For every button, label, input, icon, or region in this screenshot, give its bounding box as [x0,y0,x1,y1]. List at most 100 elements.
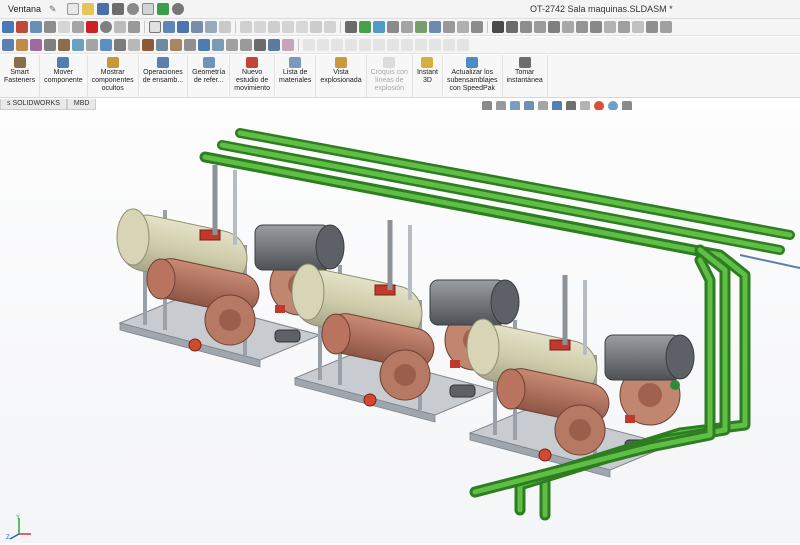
mirror-icon[interactable] [44,39,56,51]
smart-dimension-icon[interactable] [16,21,28,33]
tab-mbd[interactable]: MBD [66,99,97,110]
assembly-icon[interactable] [170,39,182,51]
target-icon[interactable] [100,21,112,33]
select-arrow-icon[interactable] [141,3,154,15]
rebuild-icon[interactable] [156,3,169,15]
assembly-features-button[interactable]: Operaciones de ensamb... [139,55,189,97]
exploded-view-button[interactable]: Vista explosionada [316,55,367,97]
motion-study-icon [246,57,259,68]
table-icon[interactable] [114,21,126,33]
tool-icon[interactable] [646,21,658,33]
view-orientation-icon[interactable] [163,21,175,33]
revolve-icon[interactable] [44,21,56,33]
routing-icon[interactable] [429,21,441,33]
spell-check-icon[interactable] [345,21,357,33]
assembly-icon[interactable] [282,39,294,51]
print-icon[interactable] [111,3,124,15]
extrude-icon[interactable] [30,21,42,33]
feature-icon[interactable] [324,21,336,33]
display-style-icon[interactable] [205,21,217,33]
routing-icon[interactable] [373,21,385,33]
assembly-model[interactable] [0,110,800,543]
clearance-icon[interactable] [100,39,112,51]
open-folder-icon[interactable] [81,3,94,15]
hole-alignment-icon[interactable] [114,39,126,51]
feature-icon[interactable] [282,21,294,33]
hide-show-icon[interactable] [219,21,231,33]
disabled-tool-icon [373,39,385,51]
zoom-fit-icon[interactable] [177,21,189,33]
routing-icon[interactable] [415,21,427,33]
interference-icon[interactable] [86,39,98,51]
new-document-icon[interactable] [66,3,79,15]
tool-icon[interactable] [604,21,616,33]
speedpak-button[interactable]: Actualizar los subensamblajes con SpeedP… [443,55,503,97]
bom-icon[interactable] [128,39,140,51]
insert-component-icon[interactable] [16,39,28,51]
smart-fasteners-button[interactable]: Smart Fasteners [0,55,41,97]
menu-ventana[interactable]: Ventana [0,4,49,14]
assembly-icon[interactable] [212,39,224,51]
show-hidden-components-button[interactable]: Mostrar componentes ocultos [88,55,139,97]
tool-icon[interactable] [632,21,644,33]
rotate-icon[interactable] [72,21,84,33]
assembly-icon[interactable] [184,39,196,51]
feature-icon[interactable] [240,21,252,33]
blue-pipe[interactable] [739,254,800,269]
assembly-icon[interactable] [156,39,168,51]
select-icon[interactable] [149,21,161,33]
explode-icon[interactable] [142,39,154,51]
smart-fasteners-icon[interactable] [58,39,70,51]
undo-icon[interactable] [126,3,139,15]
routing-icon[interactable] [471,21,483,33]
tool-icon[interactable] [534,21,546,33]
routing-icon[interactable] [387,21,399,33]
new-motion-study-button[interactable]: Nuevo estudio de movimiento [230,55,276,97]
feature-icon[interactable] [296,21,308,33]
sum-icon[interactable] [492,21,504,33]
assembly-features-icon [156,57,169,68]
feature-icon[interactable] [268,21,280,33]
tool-icon[interactable] [590,21,602,33]
bill-of-materials-button[interactable]: Lista de materiales [275,55,317,97]
routing-icon[interactable] [401,21,413,33]
assembly-icon[interactable] [268,39,280,51]
pattern-icon[interactable] [30,39,42,51]
graphics-area[interactable] [0,110,800,543]
routing-icon[interactable] [359,21,371,33]
assembly-icon[interactable] [226,39,238,51]
tool-icon[interactable] [548,21,560,33]
section-view-icon[interactable] [191,21,203,33]
save-icon[interactable] [96,3,109,15]
routing-icon[interactable] [457,21,469,33]
mate-icon[interactable] [2,39,14,51]
reference-geometry-button[interactable]: Geometría de refer... [188,55,231,97]
move-icon[interactable] [72,39,84,51]
close-icon[interactable] [58,21,70,33]
speedpak-icon [466,57,479,68]
feature-icon[interactable] [310,21,322,33]
traffic-light-icon[interactable] [86,21,98,33]
assembly-icon[interactable] [254,39,266,51]
assembly-icon[interactable] [240,39,252,51]
routing-icon[interactable] [443,21,455,33]
title-bar: Ventana ✎ OT-2742 Sala maquinas.SLDASM * [0,0,800,19]
tool-icon[interactable] [576,21,588,33]
tool-icon[interactable] [520,21,532,33]
grid-icon[interactable] [128,21,140,33]
pin-icon[interactable]: ✎ [49,4,57,15]
instant-3d-button[interactable]: Instant 3D [413,55,443,97]
tab-solidworks[interactable]: s SOLIDWORKS [0,99,67,110]
move-component-button[interactable]: Mover componente [40,55,88,97]
options-gear-icon[interactable] [171,3,184,15]
sketch-icon[interactable] [2,21,14,33]
table-icon[interactable] [506,21,518,33]
tool-icon[interactable] [618,21,630,33]
assembly-icon[interactable] [198,39,210,51]
tool-icon[interactable] [562,21,574,33]
feature-icon[interactable] [254,21,266,33]
take-snapshot-button[interactable]: Tomar instantánea [503,55,548,97]
camera-icon [518,57,531,68]
disabled-tool-icon [387,39,399,51]
tool-icon[interactable] [660,21,672,33]
